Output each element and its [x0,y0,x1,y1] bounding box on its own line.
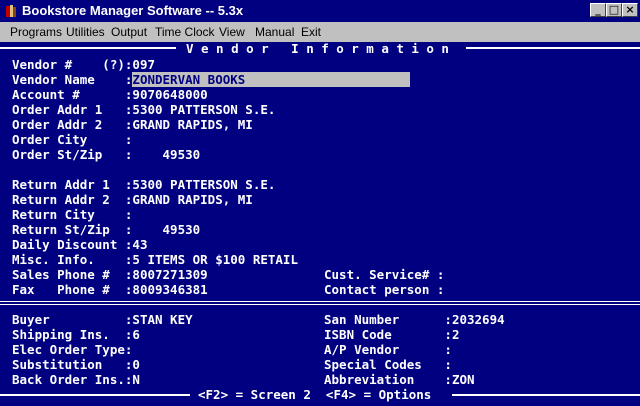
san-number-row: San Number :2032694 [324,312,505,327]
title-bar: Bookstore Manager Software -- 5.3x _ □ × [0,0,640,22]
header-rule-left [0,47,176,49]
book-icon [6,5,16,17]
return-addr1-label: Return Addr 1 : [12,177,133,192]
menu-time-clock[interactable]: Time Clock [155,25,215,39]
order-stzip-label: Order St/Zip : [12,147,133,162]
misc-info-value[interactable]: 5 ITEMS OR $100 RETAIL [132,252,298,267]
minimize-button[interactable]: _ [590,3,606,17]
back-order-ins-value[interactable]: N [132,372,140,387]
vendor-name-field[interactable]: ZONDERVAN BOOKS [132,72,411,87]
order-stzip-value[interactable]: 49530 [132,147,201,162]
fax-phone-value[interactable]: 8009346381 [132,282,207,297]
daily-discount-value[interactable]: 43 [132,237,147,252]
order-addr2-label: Order Addr 2 : [12,117,133,132]
order-addr2-row: Order Addr 2 :GRAND RAPIDS, MI [12,117,253,132]
buyer-value[interactable]: STAN KEY [132,312,192,327]
contact-person-row: Contact person : [324,282,444,297]
return-addr2-value[interactable]: GRAND RAPIDS, MI [132,192,252,207]
maximize-button[interactable]: □ [606,3,622,17]
menu-exit[interactable]: Exit [301,25,321,39]
isbn-code-row: ISBN Code :2 [324,327,459,342]
substitution-value[interactable]: 0 [132,357,140,372]
misc-info-row: Misc. Info. :5 ITEMS OR $100 RETAIL [12,252,298,267]
menu-view[interactable]: View [219,25,245,39]
isbn-code-value[interactable]: 2 [452,327,460,342]
back-order-ins-row: Back Order Ins.:N [12,372,140,387]
menu-manual[interactable]: Manual [255,25,294,39]
san-number-label: San Number : [324,312,452,327]
contact-person-label: Contact person : [324,282,445,297]
close-button[interactable]: × [622,3,638,17]
account-label: Account # : [12,87,133,102]
vendor-number-value[interactable]: 097 [132,57,155,72]
buyer-label: Buyer : [12,312,133,327]
cust-service-row: Cust. Service# : [324,267,444,282]
ap-vendor-row: A/P Vendor : [324,342,452,357]
sales-phone-row: Sales Phone # :8007271309 [12,267,208,282]
menu-bar: Programs Utilities Output Time Clock Vie… [0,22,640,42]
return-addr2-row: Return Addr 2 :GRAND RAPIDS, MI [12,192,253,207]
vendor-number-label: Vendor # (?): [12,57,133,72]
substitution-row: Substitution :0 [12,357,140,372]
substitution-label: Substitution : [12,357,133,372]
order-addr2-value[interactable]: GRAND RAPIDS, MI [132,117,252,132]
fax-phone-row: Fax Phone # :8009346381 [12,282,208,297]
isbn-code-label: ISBN Code : [324,327,452,342]
order-city-label: Order City : [12,132,133,147]
vendor-name-row: Vendor Name :ZONDERVAN BOOKS [12,72,411,87]
screen-header: Vendor Information [186,41,457,56]
header-rule-right [466,47,640,49]
misc-info-label: Misc. Info. : [12,252,133,267]
footer-rule-right [452,394,640,396]
daily-discount-label: Daily Discount : [12,237,133,252]
account-row: Account # :9070648000 [12,87,208,102]
abbreviation-value[interactable]: ZON [452,372,475,387]
daily-discount-row: Daily Discount :43 [12,237,147,252]
footer-key-hints: <F2> = Screen 2 <F4> = Options [198,387,432,402]
return-city-label: Return City : [12,207,133,222]
menu-output[interactable]: Output [111,25,147,39]
footer-rule-left [0,394,190,396]
abbreviation-label: Abbreviation : [324,372,452,387]
shipping-ins-row: Shipping Ins. :6 [12,327,140,342]
return-addr2-label: Return Addr 2 : [12,192,133,207]
order-addr1-label: Order Addr 1 : [12,102,133,117]
menu-utilities[interactable]: Utilities [66,25,105,39]
san-number-value[interactable]: 2032694 [452,312,505,327]
window-title: Bookstore Manager Software -- 5.3x [22,3,244,18]
return-stzip-row: Return St/Zip : 49530 [12,222,200,237]
section-divider-top [0,301,640,302]
elec-order-type-label: Elec Order Type: [12,342,133,357]
special-codes-label: Special Codes : [324,357,452,372]
vendor-number-row: Vendor # (?):097 [12,57,155,72]
return-city-row: Return City : [12,207,132,222]
return-addr1-value[interactable]: 5300 PATTERSON S.E. [132,177,275,192]
shipping-ins-label: Shipping Ins. : [12,327,133,342]
return-addr1-row: Return Addr 1 :5300 PATTERSON S.E. [12,177,275,192]
buyer-row: Buyer :STAN KEY [12,312,193,327]
terminal-screen: Vendor Information Vendor # (?):097 Vend… [0,41,640,406]
order-city-row: Order City : [12,132,132,147]
special-codes-row: Special Codes : [324,357,452,372]
section-divider-bottom [0,304,640,305]
vendor-name-label: Vendor Name : [12,72,133,87]
order-addr1-value[interactable]: 5300 PATTERSON S.E. [132,102,275,117]
shipping-ins-value[interactable]: 6 [132,327,140,342]
return-stzip-label: Return St/Zip : [12,222,133,237]
order-addr1-row: Order Addr 1 :5300 PATTERSON S.E. [12,102,275,117]
menu-programs[interactable]: Programs [10,25,62,39]
abbreviation-row: Abbreviation :ZON [324,372,475,387]
account-value[interactable]: 9070648000 [132,87,207,102]
sales-phone-label: Sales Phone # : [12,267,133,282]
sales-phone-value[interactable]: 8007271309 [132,267,207,282]
ap-vendor-label: A/P Vendor : [324,342,452,357]
return-stzip-value[interactable]: 49530 [132,222,201,237]
cust-service-label: Cust. Service# : [324,267,445,282]
back-order-ins-label: Back Order Ins.: [12,372,133,387]
elec-order-type-row: Elec Order Type: [12,342,132,357]
fax-phone-label: Fax Phone # : [12,282,133,297]
order-stzip-row: Order St/Zip : 49530 [12,147,200,162]
